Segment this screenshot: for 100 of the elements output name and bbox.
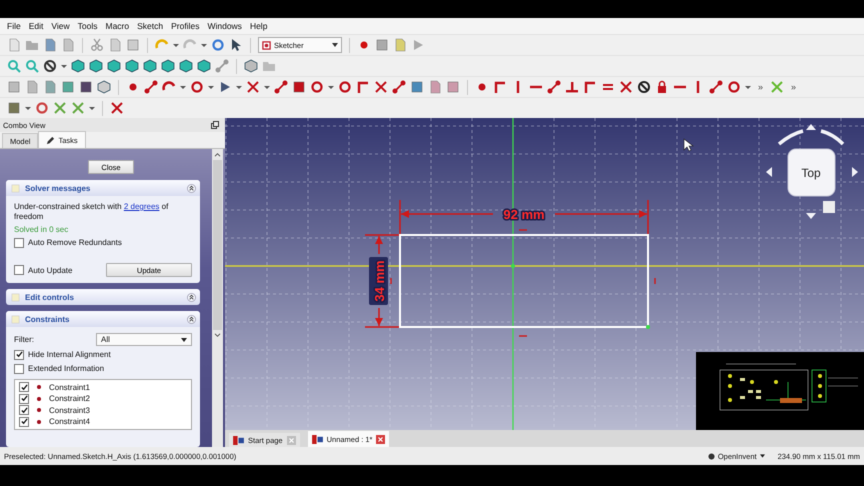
dimension-label[interactable]: 34 mm <box>372 260 387 302</box>
more-tools-button[interactable]: » <box>755 82 766 92</box>
cube-icon[interactable] <box>71 59 85 73</box>
square-icon[interactable] <box>61 80 75 94</box>
note-icon <box>11 184 20 192</box>
perpendicular-icon[interactable] <box>565 80 579 94</box>
mouse-pointer-icon <box>684 138 694 152</box>
section-header[interactable]: Constraints <box>6 311 200 327</box>
collapse-icon[interactable] <box>187 184 196 192</box>
menu-item[interactable]: Profiles <box>167 21 204 31</box>
square-icon[interactable] <box>292 80 306 94</box>
rotate-down-icon[interactable] <box>806 213 816 219</box>
play-icon[interactable] <box>218 80 232 94</box>
cross-icon[interactable] <box>246 80 260 94</box>
menu-item[interactable]: Help <box>246 21 272 31</box>
checkbox-label: Extended Information <box>28 364 104 373</box>
scrollbar[interactable] <box>212 149 223 447</box>
lock-icon[interactable] <box>655 80 669 94</box>
constraint-item[interactable]: Constraint1 <box>49 382 90 392</box>
checkbox[interactable] <box>19 416 29 427</box>
cube-icon[interactable] <box>107 59 121 73</box>
no-entry-icon[interactable] <box>43 59 57 73</box>
horizontal-axis[interactable] <box>225 265 864 267</box>
vertical-axis[interactable] <box>512 118 514 430</box>
document-icon[interactable] <box>43 38 57 52</box>
constraint-item[interactable]: Constraint2 <box>49 394 90 404</box>
menu-item[interactable]: Windows <box>203 21 246 31</box>
checkbox[interactable] <box>14 238 24 248</box>
section-header[interactable]: Edit controls <box>6 289 200 305</box>
rotate-right-icon[interactable] <box>852 167 858 177</box>
menu-item[interactable]: Macro <box>101 21 134 31</box>
degrees-link[interactable]: 2 degrees <box>124 202 160 211</box>
close-icon[interactable] <box>376 434 386 444</box>
scroll-down-icon[interactable] <box>214 333 221 338</box>
constraint-item[interactable]: Constraint4 <box>49 417 90 426</box>
scroll-up-icon[interactable] <box>214 152 221 157</box>
cube-icon[interactable] <box>97 80 111 94</box>
menu-item[interactable]: Sketch <box>133 21 168 31</box>
menu-item[interactable]: Edit <box>24 21 48 31</box>
cube-icon[interactable] <box>89 59 103 73</box>
ring-icon[interactable] <box>211 38 225 52</box>
square-icon[interactable] <box>7 101 21 115</box>
square-icon[interactable] <box>410 80 424 94</box>
menu-item[interactable]: Tools <box>74 21 102 31</box>
more-tools-button[interactable]: » <box>788 82 800 92</box>
collapse-icon[interactable] <box>187 292 196 302</box>
corner-icon[interactable] <box>493 80 507 94</box>
view-cube-face[interactable] <box>788 148 836 196</box>
checkbox[interactable] <box>14 265 24 275</box>
checkbox[interactable] <box>19 394 29 404</box>
ring-icon[interactable] <box>35 101 49 115</box>
cube-icon[interactable] <box>143 59 157 73</box>
undock-icon[interactable] <box>211 121 219 129</box>
dot-icon <box>37 408 41 412</box>
cross-icon[interactable] <box>110 101 124 115</box>
checkbox-label: Auto Update <box>28 266 72 274</box>
checkbox[interactable] <box>14 364 24 374</box>
document-icon[interactable] <box>43 80 57 94</box>
no-entry-icon[interactable] <box>637 80 651 94</box>
checkbox[interactable] <box>19 382 29 392</box>
document-icon[interactable] <box>428 80 442 94</box>
line-icon[interactable] <box>392 80 406 94</box>
collapse-icon[interactable] <box>187 314 196 324</box>
note-icon <box>11 314 20 324</box>
ring-icon[interactable] <box>338 80 352 94</box>
line-icon[interactable] <box>709 80 723 94</box>
square-icon[interactable] <box>79 80 93 94</box>
line-icon[interactable] <box>144 80 158 94</box>
constraint-item[interactable]: Constraint3 <box>49 406 90 415</box>
section-header[interactable]: Solver messages <box>6 180 200 196</box>
filter-dropdown[interactable]: All <box>96 333 192 346</box>
menu-item[interactable]: File <box>3 21 25 31</box>
dimension-line[interactable] <box>365 234 399 328</box>
checkbox[interactable] <box>19 405 29 416</box>
corner-icon[interactable] <box>356 80 370 94</box>
cross-icon[interactable] <box>374 80 388 94</box>
line-icon[interactable] <box>274 80 288 94</box>
sketch-icon <box>262 40 271 50</box>
cube-icon[interactable] <box>197 59 211 73</box>
checkbox[interactable] <box>14 350 24 360</box>
dot-icon <box>37 420 41 424</box>
line-icon[interactable] <box>547 80 561 94</box>
ring-icon[interactable] <box>190 80 204 94</box>
cube-icon[interactable] <box>179 59 193 73</box>
rotate-left-icon[interactable] <box>766 167 772 177</box>
ring-icon[interactable] <box>727 80 741 94</box>
scrollbar-thumb[interactable] <box>213 160 222 330</box>
menu-item[interactable]: View <box>47 21 74 31</box>
cube-icon[interactable] <box>244 59 258 73</box>
cross-icon[interactable] <box>619 80 633 94</box>
cube-icon[interactable] <box>161 59 175 73</box>
caret-icon[interactable] <box>760 454 765 458</box>
cube-icon[interactable] <box>125 59 139 73</box>
rotate-arrows-icon[interactable] <box>778 124 844 146</box>
pointer-icon[interactable] <box>229 38 243 52</box>
dot-icon <box>37 385 41 390</box>
square-icon[interactable] <box>446 80 460 94</box>
ring-icon[interactable] <box>310 80 324 94</box>
view-cube-label[interactable]: Top <box>801 166 821 180</box>
corner-icon[interactable] <box>583 80 597 94</box>
